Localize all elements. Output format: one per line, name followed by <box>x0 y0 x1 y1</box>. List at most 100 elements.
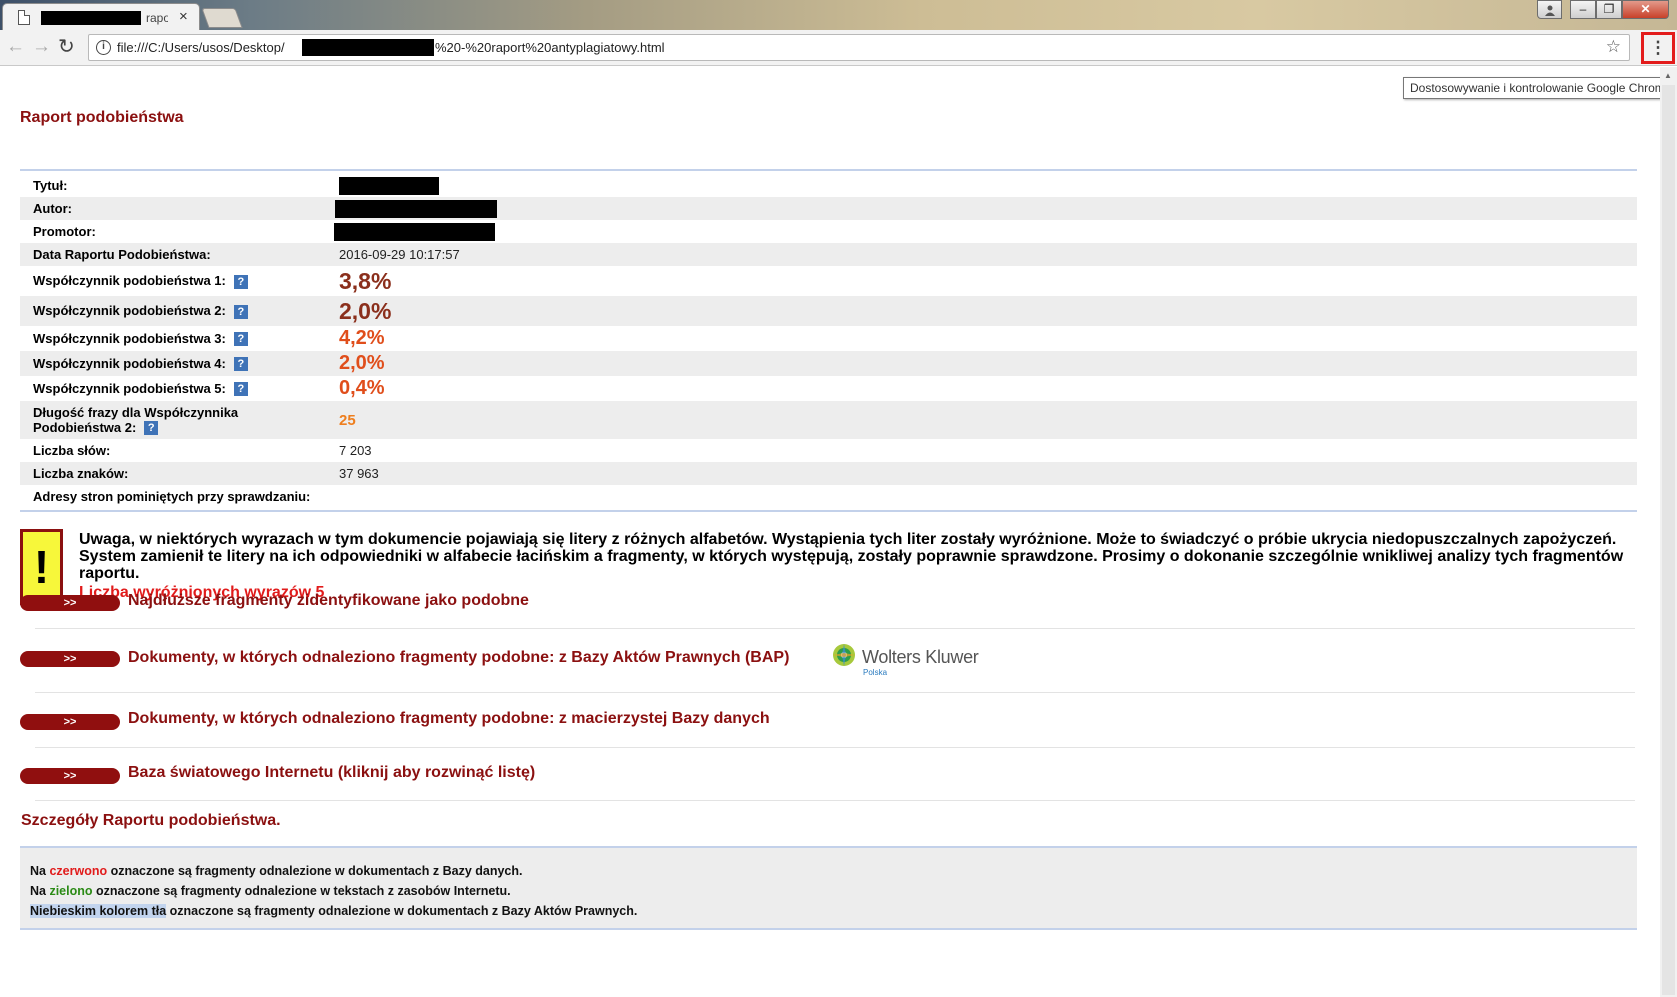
redacted-author <box>335 199 497 218</box>
user-icon[interactable] <box>1537 0 1562 19</box>
redacted-url-segment <box>302 39 434 56</box>
coef2-value: 2,0% <box>339 297 392 324</box>
wolters-kluwer-logo: Wolters Kluwer Polska <box>832 643 982 679</box>
promoter-label: Promotor: <box>33 224 96 239</box>
table-row: Długość frazy dla Współczynnika Podobień… <box>20 401 1637 439</box>
scroll-thumb[interactable] <box>1662 85 1675 995</box>
table-row: Promotor: <box>20 220 1637 243</box>
legend-green-word: zielono <box>49 884 93 898</box>
table-row: Liczba znaków: 37 963 <box>20 462 1637 485</box>
expand-button[interactable]: >> <box>20 651 120 667</box>
url-suffix: %20-%20raport%20antyplagiatowy.html <box>435 40 665 55</box>
forward-arrow-icon[interactable]: → <box>32 36 51 58</box>
coef4-value: 2,0% <box>339 352 385 374</box>
back-arrow-icon[interactable]: ← <box>6 36 25 58</box>
legend-line-red: Na czerwono oznaczone są fragmenty odnal… <box>30 861 1637 881</box>
new-tab-button[interactable] <box>201 8 243 28</box>
minimize-icon[interactable]: – <box>1570 0 1596 19</box>
table-row: Współczynnik podobieństwa 3:? 4,2% <box>20 326 1637 351</box>
coef4-label: Współczynnik podobieństwa 4: <box>33 355 226 371</box>
table-row: Data Raportu Podobieństwa: 2016-09-29 10… <box>20 243 1637 266</box>
expand-button[interactable]: >> <box>20 768 120 784</box>
phrase-length-label-line2: Podobieństwa 2: <box>33 419 137 435</box>
legend-text: Na <box>30 864 50 878</box>
legend-text: Na <box>30 884 50 898</box>
legend-red-word: czerwono <box>49 864 108 878</box>
help-icon[interactable]: ? <box>233 382 248 397</box>
chrome-menu-button[interactable]: ⋮ <box>1641 32 1675 64</box>
expand-button[interactable]: >> <box>20 595 120 611</box>
bookmark-star-icon[interactable]: ☆ <box>1606 37 1621 57</box>
help-icon[interactable]: ? <box>233 357 248 372</box>
reload-icon[interactable]: ↻ <box>58 34 75 59</box>
coef5-value: 0,4% <box>339 377 385 399</box>
restore-icon[interactable]: ❐ <box>1596 0 1622 19</box>
phrase-length-value: 25 <box>339 411 356 429</box>
table-row: Liczba słów: 7 203 <box>20 439 1637 462</box>
author-label: Autor: <box>33 201 72 216</box>
legend-text: oznaczone są fragmenty odnalezione w dok… <box>107 864 523 878</box>
section-title[interactable]: Dokumenty, w których odnaleziono fragmen… <box>128 710 770 728</box>
section-title[interactable]: Najdłuższe fragmenty zidentyfikowane jak… <box>128 592 529 610</box>
table-row: Współczynnik podobieństwa 1:? 3,8% <box>20 266 1637 296</box>
words-label: Liczba słów: <box>33 443 111 458</box>
table-row: Tytuł: <box>20 174 1637 197</box>
close-window-icon[interactable]: ✕ <box>1622 0 1669 19</box>
vertical-scrollbar[interactable]: ▲ <box>1660 67 1677 997</box>
table-row: Współczynnik podobieństwa 4:? 2,0% <box>20 351 1637 376</box>
coef1-value: 3,8% <box>339 267 392 294</box>
separator <box>35 628 1635 629</box>
logo-subtitle: Polska <box>863 668 888 677</box>
info-icon[interactable]: i <box>96 40 111 55</box>
section-title[interactable]: Baza światowego Internetu (kliknij aby r… <box>128 764 535 782</box>
coef1-label: Współczynnik podobieństwa 1: <box>33 273 226 289</box>
legend-line-blue: Niebieskim kolorem tła oznaczone są frag… <box>30 901 1637 921</box>
report-metadata-table: Tytuł: Autor: Promotor: Data Raportu Pod… <box>20 169 1637 512</box>
redacted-title <box>339 176 439 195</box>
section-title[interactable]: Dokumenty, w których odnaleziono fragmen… <box>128 649 789 667</box>
coef3-value: 4,2% <box>339 327 385 349</box>
browser-tab[interactable]: rapo × <box>2 3 200 30</box>
url-prefix: file:///C:/Users/usos/Desktop/ <box>117 40 285 55</box>
chars-value: 37 963 <box>339 466 379 481</box>
color-legend: Na czerwono oznaczone są fragmenty odnal… <box>20 846 1637 930</box>
help-icon[interactable]: ? <box>144 421 159 436</box>
help-icon[interactable]: ? <box>233 304 248 319</box>
help-icon[interactable]: ? <box>233 332 248 347</box>
table-row: Współczynnik podobieństwa 2:? 2,0% <box>20 296 1637 326</box>
scroll-up-arrow-icon[interactable]: ▲ <box>1664 71 1672 80</box>
redacted-tab-title <box>41 11 141 25</box>
redacted-promoter <box>334 222 495 241</box>
title-label: Tytuł: <box>33 178 68 193</box>
separator <box>35 800 1635 801</box>
coef2-label: Współczynnik podobieństwa 2: <box>33 303 226 319</box>
logo-name: Wolters Kluwer <box>862 647 979 667</box>
help-icon[interactable]: ? <box>233 274 248 289</box>
table-row: Adresy stron pominiętych przy sprawdzani… <box>20 485 1637 508</box>
browser-toolbar: ← → ↻ i file:///C:/Users/usos/Desktop/ %… <box>0 30 1677 66</box>
table-row: Autor: <box>20 197 1637 220</box>
table-row: Współczynnik podobieństwa 5:? 0,4% <box>20 376 1637 401</box>
separator <box>35 692 1635 693</box>
legend-blue-words: Niebieskim kolorem tła <box>30 904 167 918</box>
details-title: Szczegóły Raportu podobieństwa. <box>21 812 281 829</box>
page-title: Raport podobieństwa <box>20 109 184 126</box>
report-page: Raport podobieństwa Tytuł: Autor: Promot… <box>0 67 1660 997</box>
legend-text: oznaczone są fragmenty odnalezione w dok… <box>166 904 638 918</box>
tab-title: rapo <box>146 11 168 25</box>
chars-label: Liczba znaków: <box>33 466 129 481</box>
legend-text: oznaczone są fragmenty odnalezione w tek… <box>92 884 511 898</box>
date-label: Data Raportu Podobieństwa: <box>33 247 211 262</box>
date-value: 2016-09-29 10:17:57 <box>339 247 460 262</box>
browser-tab-strip: rapo × – ❐ ✕ <box>0 0 1677 30</box>
phrase-length-label-line1: Długość frazy dla Współczynnika <box>33 404 239 420</box>
expand-button[interactable]: >> <box>20 714 120 730</box>
words-value: 7 203 <box>339 443 372 458</box>
coef3-label: Współczynnik podobieństwa 3: <box>33 330 226 346</box>
wolters-kluwer-logo-icon <box>833 644 855 666</box>
address-bar[interactable]: i file:///C:/Users/usos/Desktop/ %20-%20… <box>88 34 1630 61</box>
legend-line-green: Na zielono oznaczone są fragmenty odnale… <box>30 881 1637 901</box>
close-tab-icon[interactable]: × <box>179 8 188 25</box>
warning-icon: ! <box>20 529 63 605</box>
coef5-label: Współczynnik podobieństwa 5: <box>33 380 226 396</box>
